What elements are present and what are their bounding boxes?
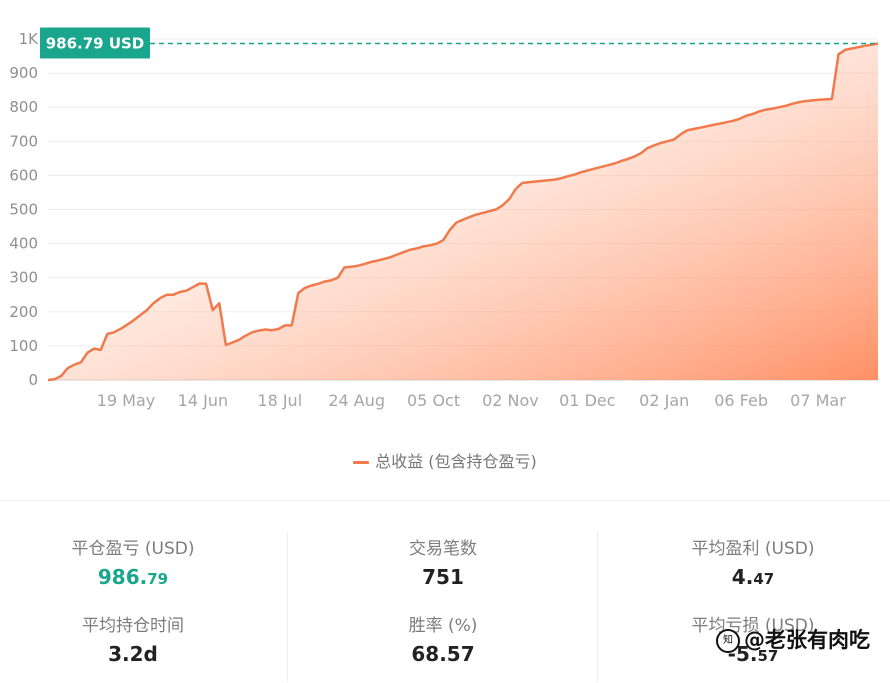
- x-tick-label: 02 Nov: [482, 391, 539, 410]
- column-divider: [597, 532, 598, 682]
- y-tick-label: 900: [9, 64, 38, 82]
- section-divider: [0, 500, 890, 501]
- legend-swatch: [353, 461, 370, 464]
- legend-label: 总收益 (包含持仓盈亏): [375, 452, 537, 471]
- stat-win-rate: 胜率 (%) 68.57: [328, 611, 558, 666]
- x-tick-label: 07 Mar: [790, 391, 846, 410]
- chart-legend[interactable]: 总收益 (包含持仓盈亏): [0, 448, 890, 472]
- y-tick-label: 300: [9, 269, 38, 287]
- stat-label: 胜率 (%): [408, 616, 478, 636]
- column-divider: [287, 532, 288, 682]
- series-area: [48, 43, 878, 380]
- stat-value: 751: [422, 565, 464, 589]
- x-tick-label: 24 Aug: [328, 391, 385, 410]
- y-tick-label: 800: [9, 98, 38, 116]
- stat-realized-pnl: 平仓盈亏 (USD) 986.79: [18, 534, 248, 589]
- stat-label: 平均持仓时间: [82, 616, 184, 636]
- y-tick-label: 600: [9, 166, 38, 184]
- last-value-label: 986.79 USD: [46, 35, 145, 53]
- last-value-badge: 986.79 USD: [40, 27, 150, 59]
- x-tick-label: 06 Feb: [714, 391, 768, 410]
- y-tick-label: 700: [9, 132, 38, 150]
- y-axis-ticks: 0 100 200 300 400 500 600 700 800 900 1K: [9, 30, 39, 389]
- y-tick-label: 1K: [19, 30, 40, 48]
- x-tick-label: 02 Jan: [639, 391, 689, 410]
- stat-label: 交易笔数: [409, 539, 477, 559]
- equity-chart: 0 100 200 300 400 500 600 700 800 900 1K 19 May 14 …: [9, 27, 879, 410]
- x-tick-label: 18 Jul: [257, 391, 302, 410]
- y-tick-label: 0: [28, 371, 38, 389]
- watermark: 知 @老张有肉吃: [716, 624, 870, 654]
- stat-avg-hold-time: 平均持仓时间 3.2d: [18, 611, 248, 666]
- stat-value: 68.57: [411, 642, 475, 666]
- x-tick-label: 01 Dec: [559, 391, 615, 410]
- x-axis-ticks: 19 May 14 Jun 18 Jul 24 Aug 05 Oct 02 Nov 01 D…: [97, 391, 847, 410]
- stat-trade-count: 交易笔数 751: [328, 534, 558, 589]
- watermark-text: @老张有肉吃: [744, 628, 870, 652]
- zhihu-logo-icon: 知: [716, 629, 740, 653]
- stat-label: 平仓盈亏 (USD): [71, 539, 195, 559]
- stat-label: 平均盈利 (USD): [691, 539, 815, 559]
- stat-avg-profit: 平均盈利 (USD) 4.47: [638, 534, 868, 589]
- x-tick-label: 05 Oct: [407, 391, 460, 410]
- y-tick-label: 500: [9, 201, 38, 219]
- x-tick-label: 19 May: [97, 391, 156, 410]
- x-tick-label: 14 Jun: [178, 391, 228, 410]
- stat-value: 986.79: [97, 565, 169, 589]
- stat-value: 3.2d: [108, 642, 158, 666]
- stat-value: 4.47: [731, 565, 775, 589]
- y-tick-label: 100: [9, 337, 38, 355]
- y-tick-label: 200: [9, 303, 38, 321]
- y-tick-label: 400: [9, 235, 38, 253]
